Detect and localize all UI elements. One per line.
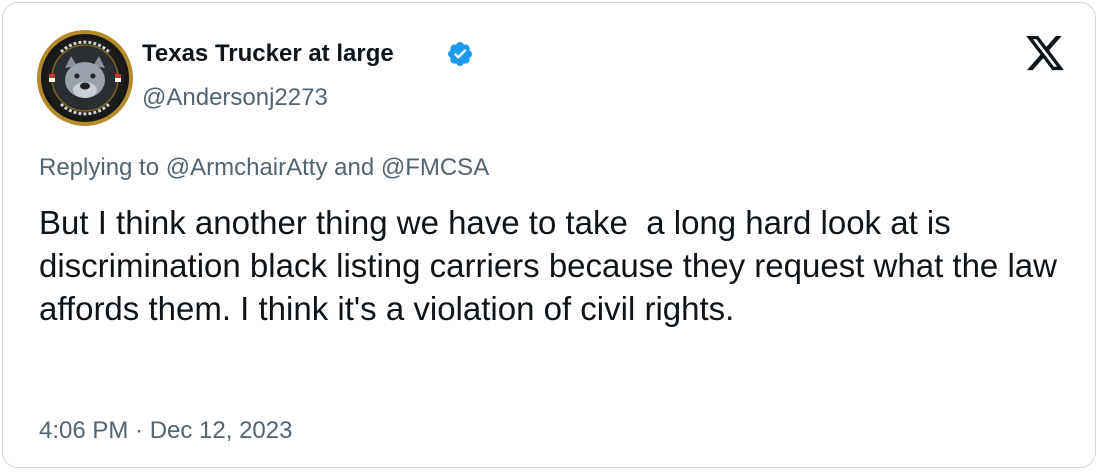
tweet-body-text: But I think another thing we have to tak… <box>39 204 1067 327</box>
pitbull-badge-icon <box>45 38 125 118</box>
author-handle[interactable]: @Andersonj2273 <box>142 83 328 113</box>
tweet-card: Texas Trucker at large @Andersonj2273 Re… <box>2 2 1096 468</box>
author-display-name[interactable]: Texas Trucker at large <box>142 39 394 69</box>
reply-context[interactable]: Replying to @ArmchairAtty and @FMCSA <box>39 153 489 183</box>
verified-badge-icon <box>448 42 472 66</box>
tweet-timestamp[interactable]: 4:06 PM · Dec 12, 2023 <box>39 416 292 446</box>
author-avatar[interactable] <box>37 30 133 126</box>
x-logo-icon[interactable] <box>1023 32 1067 74</box>
